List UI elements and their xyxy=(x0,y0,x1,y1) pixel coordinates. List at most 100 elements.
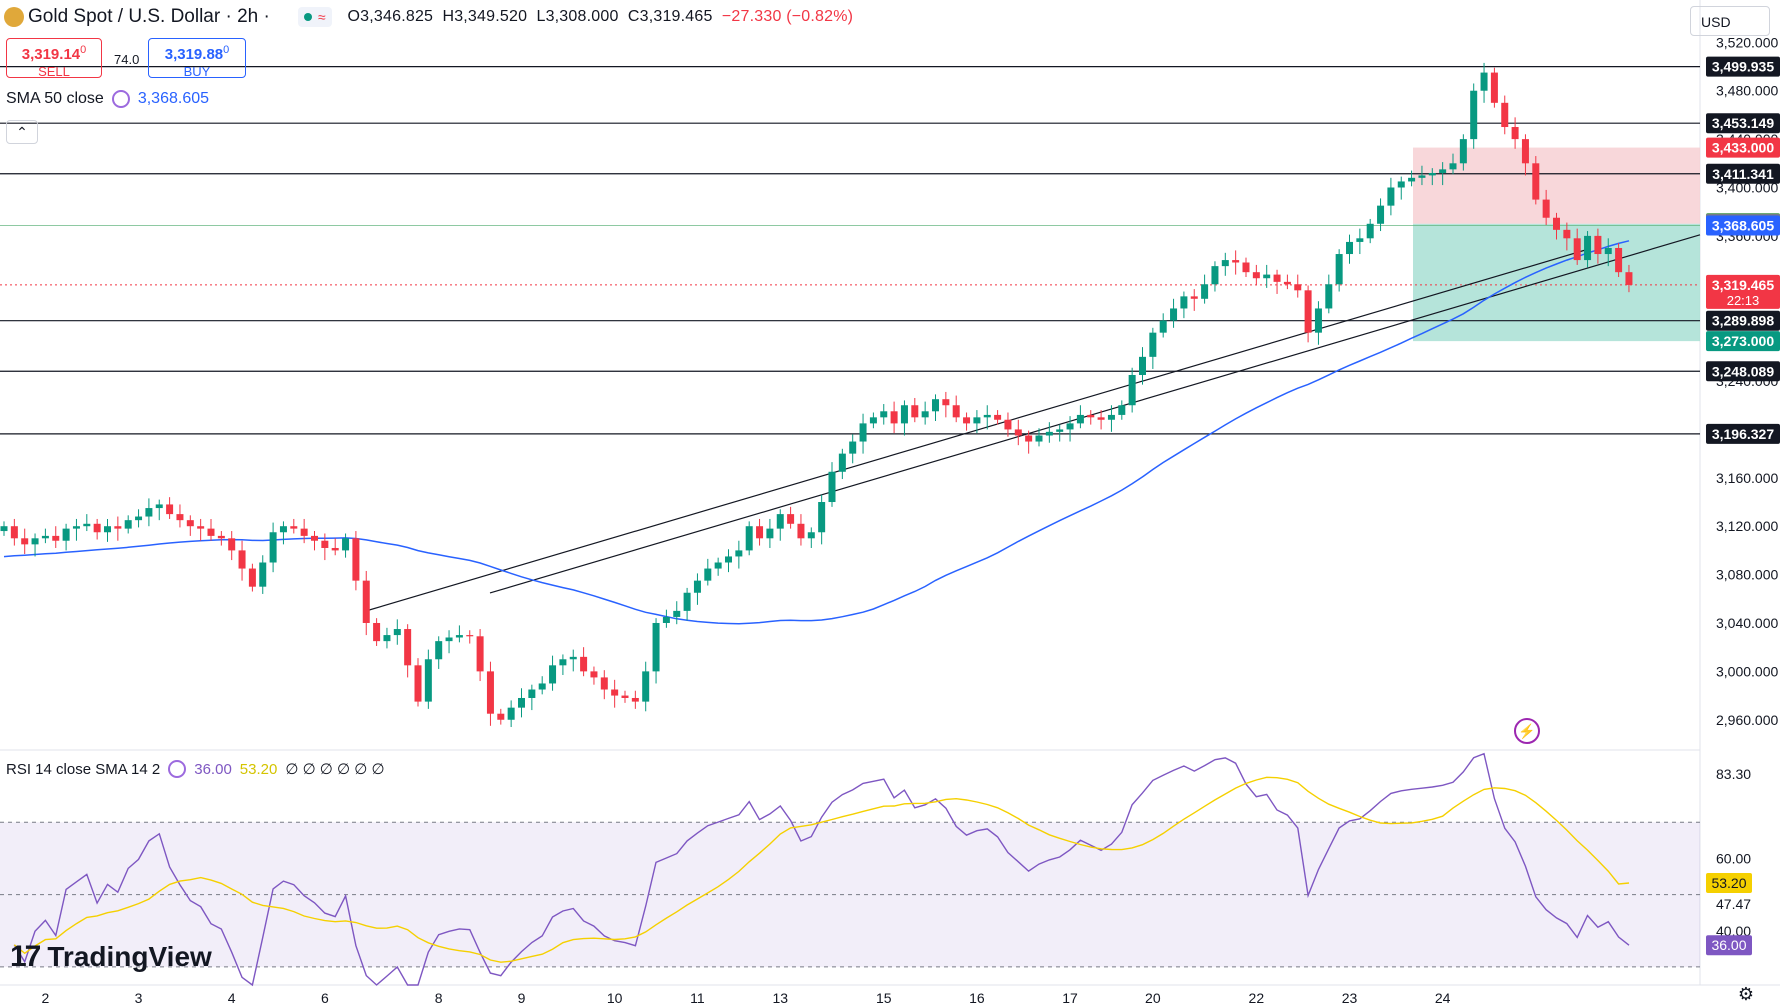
candle[interactable] xyxy=(1087,414,1095,418)
candle[interactable] xyxy=(797,523,805,539)
candle[interactable] xyxy=(135,516,143,521)
candle[interactable] xyxy=(1190,296,1198,299)
candle[interactable] xyxy=(1428,172,1436,176)
candle[interactable] xyxy=(1397,181,1405,188)
candle[interactable] xyxy=(1025,435,1033,442)
candle[interactable] xyxy=(725,556,732,563)
candle[interactable] xyxy=(1325,284,1333,309)
candle[interactable] xyxy=(1221,260,1229,267)
candle[interactable] xyxy=(1128,375,1136,406)
candle[interactable] xyxy=(114,526,122,529)
candle[interactable] xyxy=(776,514,784,529)
candle[interactable] xyxy=(756,526,764,539)
candle[interactable] xyxy=(880,411,888,418)
candle[interactable] xyxy=(766,528,774,539)
candle[interactable] xyxy=(1139,356,1146,375)
candle[interactable] xyxy=(31,538,39,545)
candle[interactable] xyxy=(104,526,111,533)
candle[interactable] xyxy=(279,526,287,533)
candle[interactable] xyxy=(1004,419,1012,430)
candle[interactable] xyxy=(1418,175,1426,178)
candle[interactable] xyxy=(1615,247,1623,273)
buy-button[interactable]: 3,319.880 BUY xyxy=(148,38,246,79)
candle[interactable] xyxy=(507,707,515,720)
candle[interactable] xyxy=(932,399,939,412)
sell-button[interactable]: 3,319.140 SELL xyxy=(6,38,102,79)
rsi-refresh-icon[interactable] xyxy=(168,760,187,778)
candle[interactable] xyxy=(683,592,691,611)
candle[interactable] xyxy=(424,659,432,702)
candle[interactable] xyxy=(1159,320,1167,333)
candle[interactable] xyxy=(1553,217,1560,230)
candle[interactable] xyxy=(435,641,443,660)
candle[interactable] xyxy=(590,671,598,678)
candle[interactable] xyxy=(476,636,484,672)
candle[interactable] xyxy=(600,677,608,690)
candle[interactable] xyxy=(942,399,950,406)
candle[interactable] xyxy=(693,580,701,593)
lightning-icon[interactable]: ⚡ xyxy=(1514,718,1540,744)
candle[interactable] xyxy=(342,538,350,551)
candle[interactable] xyxy=(259,562,267,587)
candle[interactable] xyxy=(1573,238,1581,261)
candle[interactable] xyxy=(849,441,857,454)
candle[interactable] xyxy=(269,532,277,563)
candle[interactable] xyxy=(1242,262,1250,273)
candle[interactable] xyxy=(362,580,370,623)
candle[interactable] xyxy=(1056,429,1064,432)
candle[interactable] xyxy=(1625,272,1633,285)
candle[interactable] xyxy=(290,526,298,529)
candle[interactable] xyxy=(1263,274,1271,279)
candle[interactable] xyxy=(900,405,908,424)
candle[interactable] xyxy=(10,526,18,539)
candle[interactable] xyxy=(921,411,929,418)
candle[interactable] xyxy=(549,665,557,684)
candle[interactable] xyxy=(1532,163,1540,200)
candle[interactable] xyxy=(1366,223,1374,239)
candle[interactable] xyxy=(176,514,184,521)
candle[interactable] xyxy=(714,562,722,569)
candle[interactable] xyxy=(145,508,153,517)
candle[interactable] xyxy=(228,538,236,551)
symbol-title[interactable]: Gold Spot / U.S. Dollar · 2h · xyxy=(28,6,270,28)
candle[interactable] xyxy=(414,665,422,702)
candle[interactable] xyxy=(673,610,681,617)
collapse-icon[interactable]: ⌃ xyxy=(6,120,38,144)
candle[interactable] xyxy=(1252,272,1260,279)
candle[interactable] xyxy=(818,502,826,533)
candle[interactable] xyxy=(642,671,650,702)
candle[interactable] xyxy=(1076,414,1084,424)
candle[interactable] xyxy=(518,697,525,708)
candle[interactable] xyxy=(393,629,401,636)
candle[interactable] xyxy=(807,532,815,539)
candle[interactable] xyxy=(1459,139,1467,164)
candle[interactable] xyxy=(217,535,225,539)
candle[interactable] xyxy=(486,671,494,714)
candle[interactable] xyxy=(745,526,753,551)
candle[interactable] xyxy=(631,697,639,702)
candle[interactable] xyxy=(963,417,971,424)
candle[interactable] xyxy=(528,689,536,698)
candle[interactable] xyxy=(331,547,339,551)
candle[interactable] xyxy=(207,528,215,536)
market-status[interactable]: ≈ xyxy=(297,7,332,27)
candle[interactable] xyxy=(1501,102,1509,128)
candle[interactable] xyxy=(1387,187,1395,206)
candle[interactable] xyxy=(1584,235,1592,261)
candle[interactable] xyxy=(662,616,670,623)
candle[interactable] xyxy=(1449,163,1457,170)
candle[interactable] xyxy=(859,423,867,442)
candle[interactable] xyxy=(1097,417,1105,420)
candle[interactable] xyxy=(197,526,205,529)
candle[interactable] xyxy=(72,526,80,529)
candle[interactable] xyxy=(704,568,712,581)
candle[interactable] xyxy=(994,414,1002,420)
candle[interactable] xyxy=(1470,90,1478,140)
candle[interactable] xyxy=(83,523,91,527)
candle[interactable] xyxy=(952,405,960,418)
candle[interactable] xyxy=(311,535,318,541)
candle[interactable] xyxy=(787,514,795,524)
candle[interactable] xyxy=(838,453,846,472)
rsi-legend[interactable]: RSI 14 close SMA 14 2 36.00 53.20 ∅ ∅ ∅ … xyxy=(6,760,385,778)
candle[interactable] xyxy=(621,695,629,698)
